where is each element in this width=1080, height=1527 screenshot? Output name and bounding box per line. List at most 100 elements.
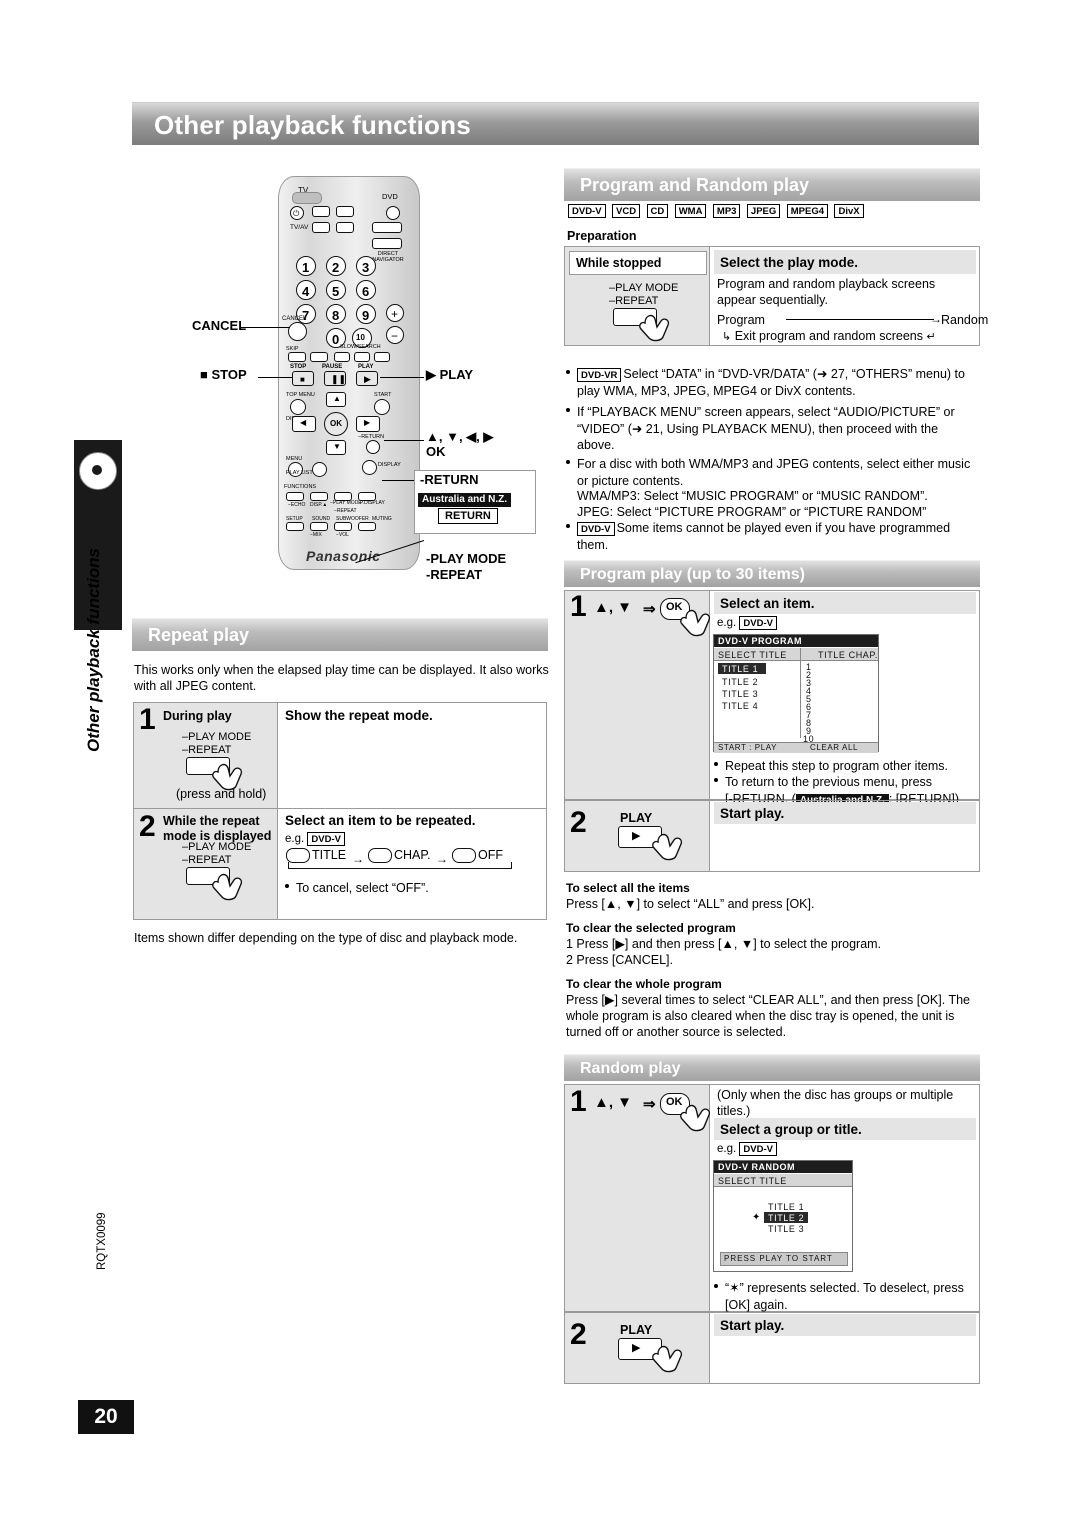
pr-bullet-4: DVD-V Some items cannot be played even if… — [566, 520, 978, 553]
callout-dpad: ▲, ▼, ◀, ▶ — [426, 429, 494, 444]
region-badge: Australia and N.Z. — [418, 493, 512, 507]
dpad-up-icon: ▲ — [333, 394, 341, 403]
tv-ch-down — [336, 222, 354, 233]
disc-icon — [79, 452, 117, 490]
pause-icon: ❚❚ — [331, 374, 347, 384]
repeat-steps-divider — [133, 808, 547, 809]
repeat-play-intro: This works only when the elapsed play ti… — [134, 663, 549, 693]
chip-dvd-v-random: DVD-V — [739, 1142, 777, 1156]
note-1-head: To select all the items — [566, 881, 690, 895]
program-random-header: Program and Random play — [564, 168, 980, 201]
setup-button — [286, 522, 304, 531]
page-title: Other playback functions — [154, 110, 471, 140]
chip-jpeg: JPEG — [746, 203, 781, 218]
random-bullet-text: “✶” represents selected. To deselect, pr… — [725, 1281, 964, 1312]
repeat-cycle-loop — [288, 862, 512, 869]
display-button — [362, 460, 377, 475]
random-osd-row-2-selected: TITLE 2 — [764, 1212, 808, 1223]
callout-play-line — [380, 377, 424, 378]
chip-dvd-v: DVD-V — [568, 203, 606, 218]
key-3-label: 3 — [362, 260, 370, 275]
dpad-left-icon: ◀ — [300, 418, 307, 427]
program-step2-number: 2 — [570, 806, 587, 839]
repeat-step2-title: Select an item to be repeated. — [285, 813, 476, 828]
random-osd-col1: SELECT TITLE — [718, 1176, 787, 1186]
program-step1-arrow: ⇒ — [643, 601, 656, 618]
repeat-step1-btn-line2: –REPEAT — [182, 744, 232, 756]
page-number: 20 — [78, 1400, 134, 1434]
hand-pointer-icon-2 — [212, 873, 243, 901]
chip-cd: CD — [646, 203, 669, 218]
muting-button — [358, 522, 376, 531]
hand-pointer-icon-7 — [652, 1345, 683, 1373]
hand-pointer-icon-5 — [652, 833, 683, 861]
skip-back-button — [288, 352, 306, 362]
program-step2-vdivider — [709, 801, 710, 871]
key-0-label: 0 — [332, 332, 340, 347]
program-step1-bullet-1: Repeat this step to program other items. — [714, 758, 976, 775]
repeat-step1-btn-line1: –PLAY MODE — [182, 731, 252, 743]
remote-label-pause: PAUSE — [322, 364, 343, 370]
program-osd-row-4: TITLE 4 — [722, 701, 759, 711]
chip-dvd-vr: DVD-VR — [577, 367, 622, 382]
pr-bullet-3-text: For a disc with both WMA/MP3 and JPEG co… — [577, 457, 971, 488]
callout-stop: ■ STOP — [200, 367, 247, 382]
tv-vol-down — [312, 222, 330, 233]
key-9-label: 9 — [362, 308, 370, 323]
random-play-heading: Random play — [580, 1060, 681, 1077]
prep-flow-line — [786, 319, 934, 320]
play-icon: ▶ — [364, 374, 371, 384]
repeat-step1-title: Show the repeat mode. — [285, 708, 433, 723]
dvd-power-button — [386, 206, 400, 220]
repeat-cycle-title: TITLE — [312, 848, 347, 862]
random-bullet: “✶” represents selected. To deselect, pr… — [714, 1280, 978, 1313]
stop-icon: ■ — [300, 375, 305, 384]
chip-dvd-v-repeat: DVD-V — [307, 832, 345, 846]
chip-mp3: MP3 — [712, 203, 741, 218]
remote-tv-switch — [292, 192, 322, 204]
remote-label-muting: MUTING — [372, 516, 392, 522]
program-step1-keys: ▲, ▼ — [594, 599, 633, 616]
chip-mpeg4: MPEG4 — [786, 203, 828, 218]
prep-flow-note: ↳ Exit program and random screens ↵ — [722, 329, 936, 343]
random-step2-button-label: PLAY — [620, 1323, 653, 1337]
program-step1-bullet-1-text: Repeat this step to program other items. — [725, 759, 949, 773]
playlist-button — [312, 462, 327, 477]
key-4-label: 4 — [302, 284, 310, 299]
program-osd-vdivider — [800, 648, 801, 738]
callout-ok: OK — [426, 444, 446, 459]
program-osd-footer-left: START : PLAY — [718, 743, 778, 752]
random-step2-number: 2 — [570, 1318, 587, 1351]
random-step1-number: 1 — [570, 1085, 587, 1118]
random-osd-titlebar: DVD-V RANDOM — [714, 1161, 852, 1173]
chip-dvd-v-2: DVD-V — [577, 521, 615, 536]
tv-ch-up — [336, 206, 354, 217]
repeat-cycle-chap: CHAP. — [394, 848, 431, 862]
pr-bullet-2: If “PLAYBACK MENU” screen appears, selec… — [566, 404, 978, 454]
program-step1-title: Select an item. — [720, 596, 815, 611]
subwoofer-button — [334, 522, 352, 531]
page-title-bar: Other playback functions — [132, 102, 979, 145]
repeat-cycle-btn-2 — [368, 848, 392, 863]
remote-label-play: PLAY — [358, 364, 374, 370]
program-play-heading: Program play (up to 30 items) — [580, 566, 805, 583]
remote-label-vol: −VOL — [336, 532, 349, 538]
program-step2-button-label: PLAY — [620, 811, 653, 825]
top-menu-button — [290, 399, 306, 415]
remote-label-mix: −MIX — [310, 532, 322, 538]
note-2-line-2: 2 Press [CANCEL]. — [566, 953, 673, 967]
remote-label-playlist: PLAY LIST — [286, 470, 313, 476]
repeat-step2-btn-line2: –REPEAT — [182, 854, 232, 866]
hand-pointer-icon-3 — [639, 314, 670, 342]
pr-bullet-1-body: Select “DATA” in “DVD-VR/DATA” (➜ 27, “O… — [577, 367, 965, 398]
dpad-right-icon: ▶ — [364, 418, 371, 427]
power-icon: ⏻ — [293, 209, 300, 218]
pr-bullet-1-text: DVD-VR Select “DATA” in “DVD-VR/DATA” (➜ … — [577, 366, 978, 399]
repeat-step1-condition: During play — [163, 709, 232, 723]
key-6-label: 6 — [362, 284, 370, 299]
skip-fwd-button — [310, 352, 328, 362]
program-osd-col2: TITLE CHAP. — [818, 650, 878, 660]
repeat-step2-condition-line1: While the repeat — [163, 814, 260, 828]
chip-divx: DivX — [834, 203, 864, 218]
direct-navigator-button — [372, 238, 402, 249]
